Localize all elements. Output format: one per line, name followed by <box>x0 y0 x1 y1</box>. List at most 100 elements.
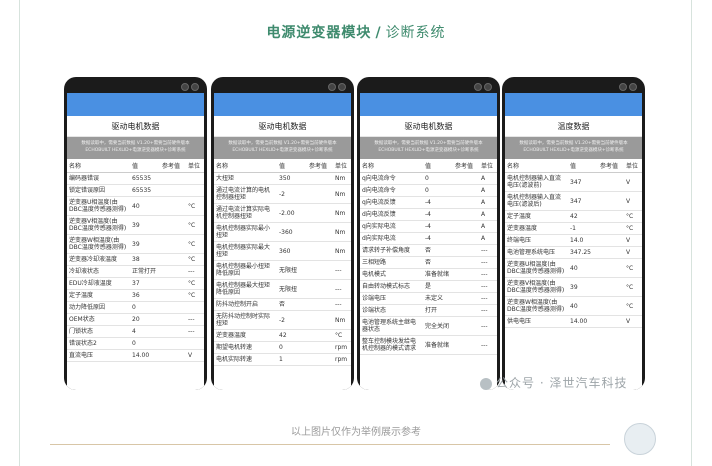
table-row[interactable]: 冷却液状态 正常打开 --- <box>67 265 204 278</box>
table-row[interactable]: 定子温度 36 °C <box>67 289 204 302</box>
table-row[interactable]: 通过电流计算实际电机控制器扭矩 -2.00 Nm <box>214 203 351 223</box>
row-ref <box>453 232 479 245</box>
table-row[interactable]: 电机控制器最大扭矩降低原因 无限扭 --- <box>214 279 351 299</box>
table-row[interactable]: d向电流命令 0 A <box>360 184 497 197</box>
row-value: 0 <box>130 337 160 350</box>
table-row[interactable]: d向电流反馈 -4 A <box>360 208 497 221</box>
table-row[interactable]: 逆变器U相温度(由DBC温度传感器测得) 40 °C <box>67 196 204 216</box>
row-ref <box>160 349 186 362</box>
row-name: q向实际电流 <box>360 220 423 233</box>
row-ref <box>453 268 479 281</box>
table-row[interactable]: 防抖动控制开启否 --- <box>214 298 351 311</box>
table-row[interactable]: q向实际电流 -4 A <box>360 220 497 233</box>
row-value: -4 <box>423 208 453 221</box>
row-unit: Nm <box>333 241 351 261</box>
table-row[interactable]: 三相短路否 --- <box>360 256 497 269</box>
table-row[interactable]: 无防抖动控制时实际扭矩 -2 Nm <box>214 310 351 330</box>
table-row[interactable]: 定子温度 42 °C <box>505 210 642 223</box>
row-name: 电机控制器实际最小扭矩 <box>214 222 277 242</box>
table-row[interactable]: 电机控制器输入直流电压(滤波前) 347 V <box>505 172 642 192</box>
row-ref <box>160 265 186 278</box>
row-ref <box>160 234 186 254</box>
row-unit: Nm <box>333 203 351 223</box>
table-row[interactable]: 终端电压 14.0 V <box>505 234 642 247</box>
table-row[interactable]: 整车控制模块发给电机控制器的模式请求 准备就绪 --- <box>360 335 497 355</box>
table-row[interactable]: 直流电压 14.00 V <box>67 349 204 362</box>
table-row[interactable]: 逆变器V相温度(由DBC温度传感器测得) 39 °C <box>67 215 204 235</box>
table-row[interactable]: 电机控制器实际最小扭矩 -360 Nm <box>214 222 351 242</box>
table-row[interactable]: 供电电压 14.00 V <box>505 315 642 328</box>
row-name: q向电流命令 <box>360 172 423 185</box>
table-row[interactable]: 电机控制器最小扭矩降低原因 无限扭 --- <box>214 260 351 280</box>
row-unit: --- <box>479 304 497 317</box>
table-row[interactable]: 诊端电压 未定义 --- <box>360 292 497 305</box>
table-row[interactable]: 逆变器W相温度(由DBC温度传感器测得) 39 °C <box>67 234 204 254</box>
table-row[interactable]: 通过电流计算的电机控制器扭矩 -2 Nm <box>214 184 351 204</box>
row-unit: --- <box>333 298 351 311</box>
row-name: 逆变器V相温度(由DBC温度传感器测得) <box>67 215 130 235</box>
table-row[interactable]: 逆变器V相温度(由DBC温度传感器测得) 39 °C <box>505 277 642 297</box>
row-ref <box>453 220 479 233</box>
row-ref <box>598 172 624 192</box>
row-value: 否 <box>423 244 453 257</box>
table-row[interactable]: 锁定错误原因 65535 <box>67 184 204 197</box>
table-row[interactable]: 电机控制器实际最大扭矩 360 Nm <box>214 241 351 261</box>
row-unit: Nm <box>333 310 351 330</box>
col-name: 名称 <box>67 159 130 173</box>
row-name: 逆变器W相温度(由DBC温度传感器测得) <box>67 234 130 254</box>
col-name: 名称 <box>360 159 423 173</box>
row-unit: --- <box>479 268 497 281</box>
table-row[interactable]: 电池管理系统主继电器状态 完全关闭 --- <box>360 316 497 336</box>
table-row[interactable]: 期望电机转速 0 rpm <box>214 341 351 354</box>
table-row[interactable]: 诊端状态 打开 --- <box>360 304 497 317</box>
table-row[interactable]: q向电流反馈 -4 A <box>360 196 497 209</box>
table-row[interactable]: OEM状态 20 --- <box>67 313 204 326</box>
row-name: 通过电流计算的电机控制器扭矩 <box>214 184 277 204</box>
row-value: 37 <box>130 277 160 290</box>
table-row[interactable]: q向电流命令 0 A <box>360 172 497 185</box>
table-row[interactable]: 大扭矩 350 Nm <box>214 172 351 185</box>
table-row[interactable]: d向实际电流 -4 A <box>360 232 497 245</box>
row-unit: A <box>479 196 497 209</box>
table-row[interactable]: 动力降低原因 0 <box>67 301 204 314</box>
col-ref: 参考值 <box>453 159 479 173</box>
data-table: 名称值参考值 单位 大扭矩 350 Nm 通过电流计算的电机控制器扭矩 -2 Nm 通过电流计算… <box>214 159 351 366</box>
row-name: EDU冷却液温度 <box>67 277 130 290</box>
table-row[interactable]: 门锁状态 4 --- <box>67 325 204 338</box>
camera-icon <box>484 83 492 91</box>
col-unit: 单位 <box>186 159 204 173</box>
row-ref <box>307 260 333 280</box>
row-ref <box>160 301 186 314</box>
table-row[interactable]: 电机控制器输入直流电压(滤波后) 347 V <box>505 191 642 211</box>
row-name: 电机实际转速 <box>214 353 277 366</box>
table-row[interactable]: 自由转动模式标志是 --- <box>360 280 497 293</box>
col-value: 值 <box>568 159 598 173</box>
table-row[interactable]: 逆变器W相温度(由DBC温度传感器测得) 40 °C <box>505 296 642 316</box>
row-name: 电池管理系统主继电器状态 <box>360 316 423 336</box>
row-ref <box>307 310 333 330</box>
row-ref <box>453 244 479 257</box>
table-row[interactable]: EDU冷却液温度 37 °C <box>67 277 204 290</box>
row-value: 14.00 <box>568 315 598 328</box>
table-row[interactable]: 逆变器温度 -1 °C <box>505 222 642 235</box>
row-ref <box>307 279 333 299</box>
table-row[interactable]: 错误状态2 0 <box>67 337 204 350</box>
row-unit: --- <box>479 335 497 355</box>
table-row[interactable]: 电机实际转速 1 rpm <box>214 353 351 366</box>
status-bar <box>505 93 642 116</box>
row-unit: °C <box>333 329 351 342</box>
row-unit: °C <box>186 215 204 235</box>
row-unit: --- <box>333 279 351 299</box>
row-ref <box>453 292 479 305</box>
table-row[interactable]: 电池管理系统电压 347.25 V <box>505 246 642 259</box>
row-name: 电机控制器最小扭矩降低原因 <box>214 260 277 280</box>
table-row[interactable]: 电机模式 准备就绪 --- <box>360 268 497 281</box>
table-row[interactable]: 逆变器U相温度(由DBC温度传感器测得) 40 °C <box>505 258 642 278</box>
table-row[interactable]: 编码器错误 65535 <box>67 172 204 185</box>
table-row[interactable]: 请求转子补偿角度否 --- <box>360 244 497 257</box>
table-row[interactable]: 逆变器冷却液温度 38 °C <box>67 253 204 266</box>
info-banner: 数据读取中，需要当前数据 V1.20+需要当前硬件版本 ECHOBUILT HE… <box>214 137 351 159</box>
row-ref <box>307 203 333 223</box>
col-value: 值 <box>423 159 453 173</box>
table-row[interactable]: 逆变器温度 42 °C <box>214 329 351 342</box>
